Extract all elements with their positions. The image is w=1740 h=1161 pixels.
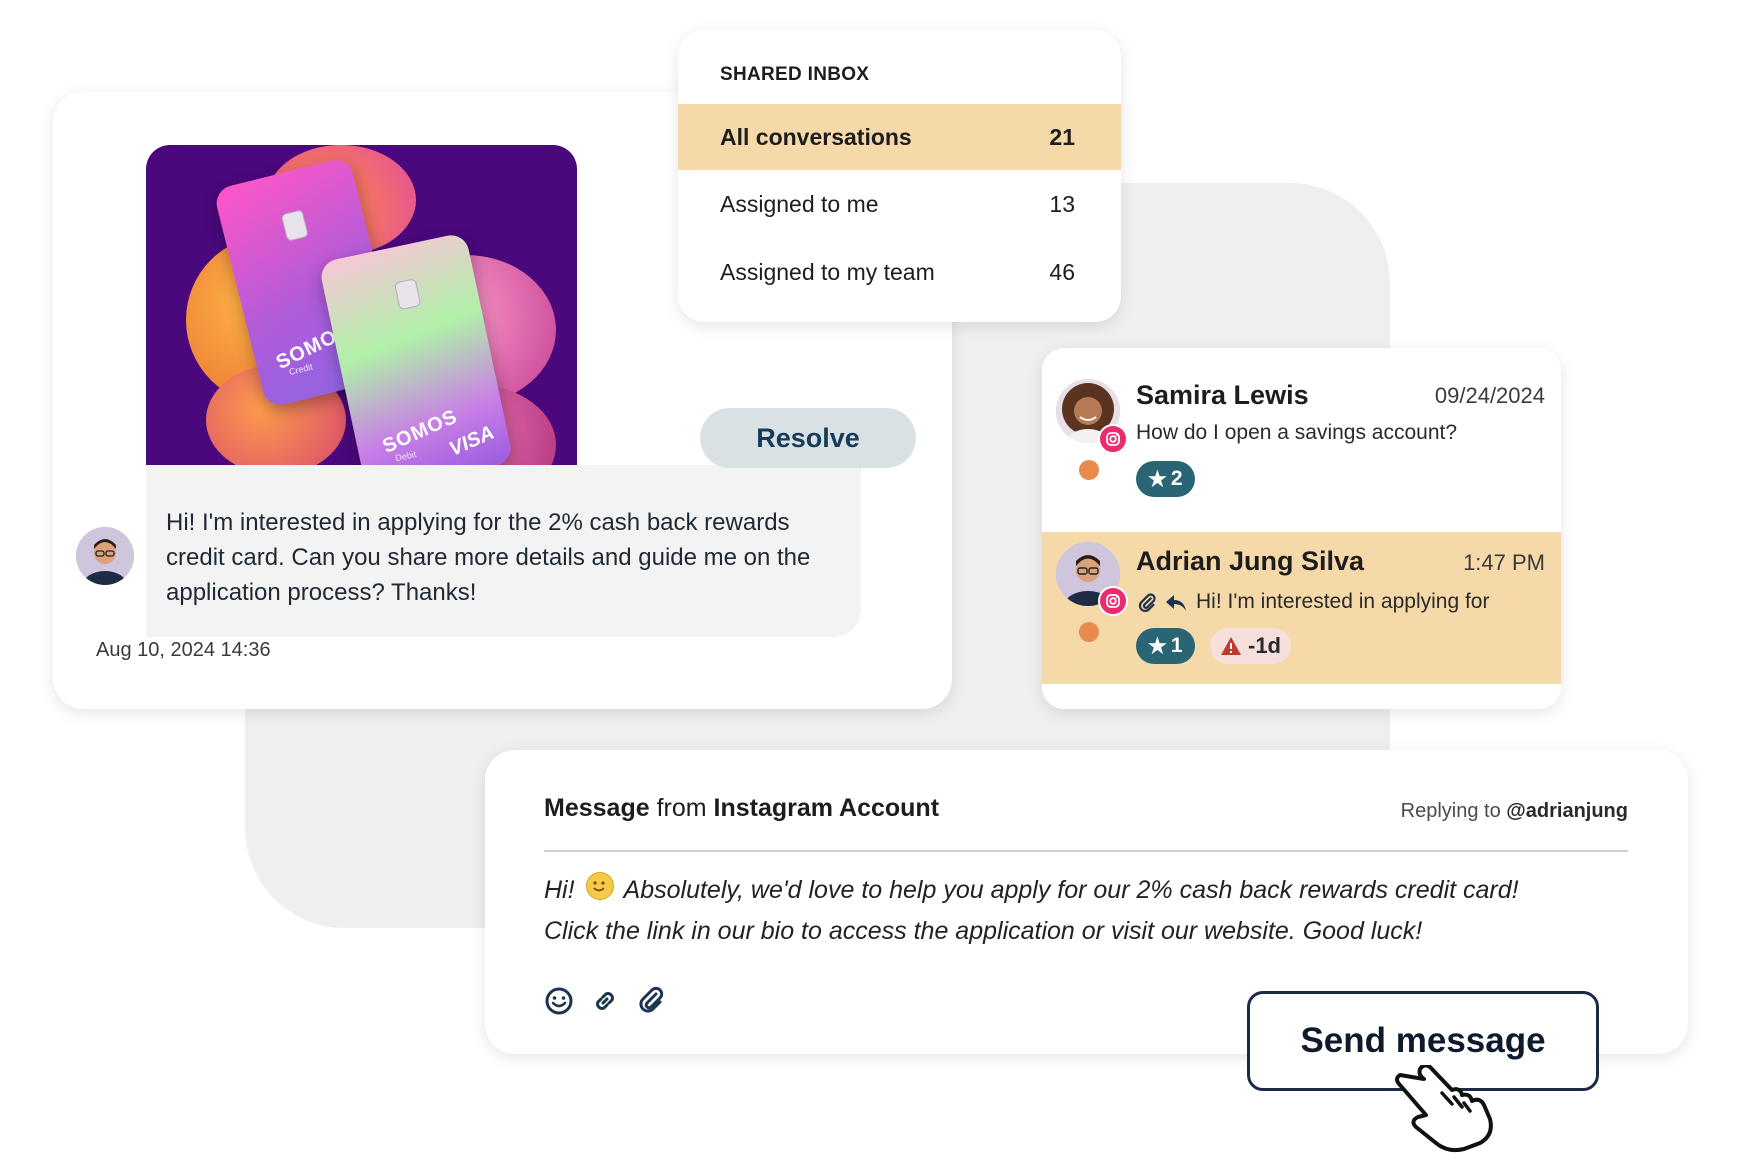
reply-line-1: Absolutely, we'd love to help you apply … — [623, 876, 1519, 904]
reply-line-2: Click the link in our bio to access the … — [544, 917, 1423, 945]
inbox-row-assigned-to-my-team[interactable]: Assigned to my team 46 — [678, 239, 1121, 305]
contact-name: Samira Lewis — [1136, 380, 1309, 410]
customer-message-bubble: Hi! I'm interested in applying for the 2… — [146, 465, 861, 637]
inbox-row-count: 13 — [1049, 190, 1075, 217]
reply-account[interactable]: Instagram Account — [714, 794, 940, 822]
conversation-preview: How do I open a savings account? — [1136, 421, 1458, 444]
star-icon: ★ — [1148, 467, 1167, 491]
reply-text-area[interactable]: Hi! Absolutely, we'd love to help you ap… — [544, 870, 1664, 952]
replying-handle: @adrianjung — [1506, 800, 1628, 822]
inbox-row-count: 21 — [1049, 123, 1075, 150]
star-tag[interactable]: ★ 2 — [1136, 461, 1195, 497]
star-icon: ★ — [1148, 634, 1167, 658]
status-dot — [1079, 460, 1099, 480]
reply-header-mid: from — [649, 794, 714, 822]
warning-icon — [1221, 637, 1241, 655]
inbox-row-label: Assigned to my team — [720, 258, 935, 285]
inbox-title: SHARED INBOX — [720, 64, 870, 85]
link-icon[interactable] — [589, 985, 621, 1017]
attachment-icon[interactable] — [635, 985, 667, 1017]
reply-hi: Hi! — [544, 876, 575, 904]
conversation-date: 09/24/2024 — [1434, 383, 1545, 408]
resolve-button[interactable]: Resolve — [700, 408, 916, 468]
inbox-row-assigned-to-me[interactable]: Assigned to me 13 — [678, 171, 1121, 237]
conversation-item-adrian-jung-silva[interactable]: Adrian Jung Silva 1:47 PM Hi! I'm intere… — [1042, 532, 1561, 684]
customer-avatar — [76, 527, 134, 585]
star-count: 1 — [1170, 634, 1183, 657]
inbox-row-count: 46 — [1049, 258, 1075, 285]
promo-image: SOMOS Credit SOMOS Debit VISA — [146, 145, 577, 465]
contact-name: Adrian Jung Silva — [1136, 546, 1365, 576]
warning-text: -1d — [1248, 633, 1281, 658]
star-count: 2 — [1170, 467, 1183, 490]
customer-message-text: Hi! I'm interested in applying for the 2… — [166, 509, 811, 606]
conversation-time: 1:47 PM — [1463, 550, 1545, 575]
shared-inbox-card: SHARED INBOX All conversations 21 Assign… — [678, 30, 1121, 322]
status-dot — [1079, 622, 1099, 642]
inbox-row-label: All conversations — [720, 123, 912, 150]
attachment-icon — [1138, 593, 1156, 613]
replying-to: Replying to @adrianjung — [1401, 800, 1628, 823]
reply-icon — [1166, 595, 1186, 611]
reply-header-prefix: Message — [544, 794, 650, 822]
conversation-item-samira-lewis[interactable]: Samira Lewis 09/24/2024 How do I open a … — [1042, 348, 1561, 532]
pointer-hand-icon — [1395, 1065, 1493, 1153]
replying-prefix: Replying to — [1400, 800, 1507, 822]
inbox-row-all-conversations[interactable]: All conversations 21 — [678, 104, 1121, 170]
inbox-row-label: Assigned to me — [720, 190, 879, 217]
instagram-icon — [1098, 424, 1128, 454]
sla-warning-tag[interactable]: -1d — [1210, 628, 1291, 664]
star-tag[interactable]: ★ 1 — [1136, 628, 1195, 664]
conversation-list-card: Samira Lewis 09/24/2024 How do I open a … — [1042, 348, 1561, 709]
instagram-icon — [1098, 586, 1128, 616]
reply-divider — [544, 850, 1628, 852]
emoji-icon[interactable] — [543, 985, 575, 1017]
reply-header: Message from Instagram Account — [544, 794, 939, 823]
message-timestamp: Aug 10, 2024 14:36 — [96, 639, 271, 661]
smiling-emoji-icon — [585, 872, 614, 900]
conversation-preview: Hi! I'm interested in applying for — [1196, 590, 1490, 613]
